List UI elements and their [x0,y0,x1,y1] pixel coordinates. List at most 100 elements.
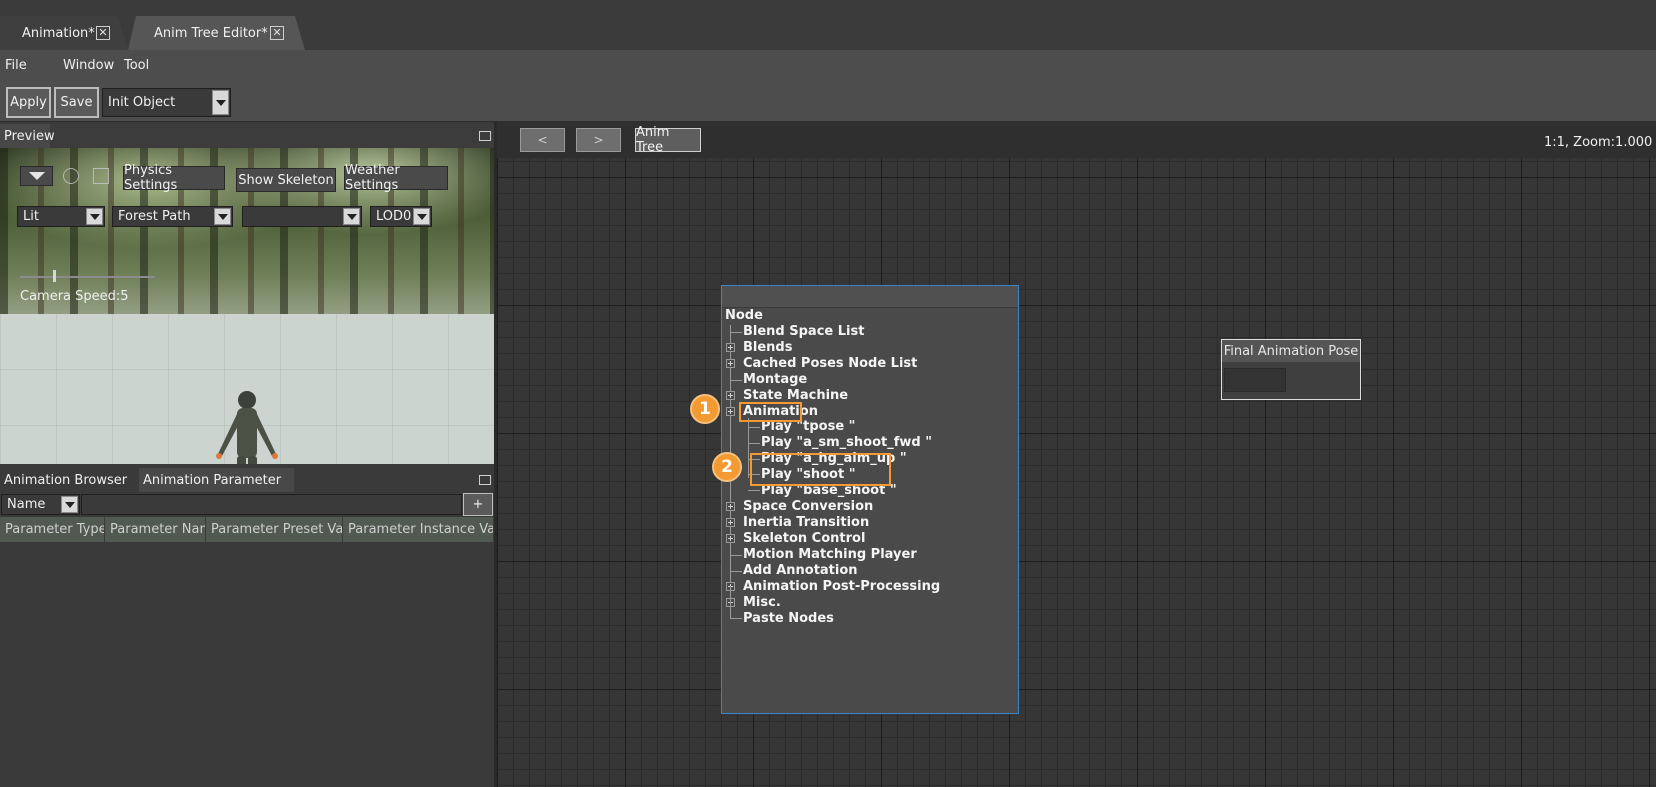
parameter-filter-value: Name [7,497,46,512]
step-badge-2: 2 [712,452,742,482]
preview-panel-header: Preview [0,124,494,148]
environment-select-value: Forest Path [118,209,191,224]
parameter-search-input[interactable] [81,494,462,515]
chevron-down-icon [343,208,360,225]
lod-select-value: LOD0 [376,209,412,224]
pin-icon[interactable] [479,475,491,485]
tab-animation-browser-label: Animation Browser [4,472,128,488]
tree-connector [730,618,742,619]
zoom-readout: 1:1, Zoom:1.000 [1544,135,1653,150]
preset-select[interactable] [242,206,362,227]
tree-connector [748,443,760,444]
tab-animation-parameter[interactable]: Animation Parameter [139,468,294,492]
tree-connector [730,332,742,333]
shading-select[interactable]: Lit [17,206,105,227]
step-badge-1: 1 [690,394,720,424]
menu-tool[interactable]: Tool [124,58,149,73]
expand-icon[interactable] [726,359,735,368]
chevron-down-icon [214,208,231,225]
menu-item-misc[interactable]: Misc. [743,595,781,610]
menu-item-skeleton-control[interactable]: Skeleton Control [743,531,865,546]
context-menu-search[interactable] [722,286,1018,308]
menu-item-blends[interactable]: Blends [743,340,792,355]
anim-graph-canvas[interactable] [497,158,1656,787]
node-input-pin[interactable] [1224,368,1286,392]
menu-bar: File Window Tool [0,50,1656,80]
lod-select[interactable]: LOD0 [370,206,432,227]
menu-item-play-a-sm-shoot-fwd[interactable]: Play "a_sm_shoot_fwd " [761,435,932,450]
tab-anim-tree-editor[interactable]: Anim Tree Editor* ✕ [128,16,305,50]
expand-icon[interactable] [726,534,735,543]
tree-root-node: Node [725,308,763,323]
character-model [216,391,278,464]
tree-connector [730,555,742,556]
breadcrumb-anim-tree[interactable]: Anim Tree [635,125,701,155]
expand-icon[interactable] [726,343,735,352]
column-parameter-instance-value[interactable]: Parameter Instance Value [343,517,494,542]
expand-icon[interactable] [726,391,735,400]
tree-connector [730,380,742,381]
close-icon[interactable]: ✕ [96,26,110,40]
show-skeleton-button[interactable]: Show Skeleton [236,168,336,192]
camera-speed-slider-handle[interactable] [53,270,56,282]
chevron-down-icon [212,90,229,115]
column-parameter-preset-value[interactable]: Parameter Preset Value [206,517,343,542]
tab-animation[interactable]: Animation* ✕ [0,16,128,50]
grid-icon[interactable] [93,168,109,184]
menu-item-state-machine[interactable]: State Machine [743,388,848,403]
back-button[interactable]: < [520,128,565,152]
object-select[interactable]: Init Object [102,88,231,117]
chevron-down-icon [28,172,45,180]
final-animation-pose-node[interactable]: Final Animation Pose [1221,339,1361,400]
pin-icon[interactable] [479,131,491,141]
highlight-box-play-items [750,453,891,486]
menu-item-motion-matching-player[interactable]: Motion Matching Player [743,547,917,562]
menu-item-paste-nodes[interactable]: Paste Nodes [743,611,834,626]
environment-select[interactable]: Forest Path [112,206,233,227]
shading-select-value: Lit [23,209,39,224]
tree-connector [748,490,760,491]
preview-viewport[interactable]: Physics Settings Show Skeleton Weather S… [0,148,494,464]
chevron-down-icon [86,208,103,225]
menu-file[interactable]: File [5,58,27,73]
tree-connector [748,427,760,428]
weather-settings-button[interactable]: Weather Settings [344,163,448,193]
parameter-filter-select[interactable]: Name [1,494,80,515]
tree-connector [730,586,731,618]
refresh-icon[interactable] [63,168,79,184]
add-node-context-menu: Node Blend Space List Blends Cached Pose… [721,285,1019,714]
tree-connector [730,571,742,572]
menu-item-blend-space-list[interactable]: Blend Space List [743,324,864,339]
preview-tab[interactable]: Preview [0,124,55,148]
document-tab-bar: Animation* ✕ Anim Tree Editor* ✕ [0,0,1656,50]
expand-icon[interactable] [726,518,735,527]
camera-speed-slider[interactable] [20,276,155,278]
close-icon[interactable]: ✕ [270,26,284,40]
column-parameter-type[interactable]: Parameter Type [0,517,105,542]
column-parameter-name[interactable]: Parameter Name [105,517,206,542]
menu-item-space-conversion[interactable]: Space Conversion [743,499,873,514]
chevron-down-icon [413,208,430,225]
tab-anim-tree-editor-label: Anim Tree Editor* [154,25,268,41]
object-select-value: Init Object [108,95,176,110]
camera-speed-label: Camera Speed:5 [20,289,129,304]
menu-item-animation-post-processing[interactable]: Animation Post-Processing [743,579,940,594]
expand-icon[interactable] [726,502,735,511]
save-button[interactable]: Save [54,87,99,118]
menu-item-add-annotation[interactable]: Add Annotation [743,563,858,578]
node-title: Final Animation Pose [1222,340,1360,362]
physics-settings-button[interactable]: Physics Settings [123,163,225,193]
menu-item-inertia-transition[interactable]: Inertia Transition [743,515,869,530]
animation-panel-header: Animation Browser Animation Parameter [0,468,494,492]
forward-button[interactable]: > [576,128,621,152]
add-parameter-button[interactable]: + [463,493,493,516]
tab-animation-label: Animation* [22,25,95,41]
tab-animation-browser[interactable]: Animation Browser [0,468,139,492]
viewport-menu-button[interactable] [20,166,53,186]
apply-button[interactable]: Apply [6,87,51,118]
collapse-icon[interactable] [726,407,735,416]
highlight-box-animation [739,402,802,422]
menu-window[interactable]: Window [63,58,114,73]
menu-item-cached-poses[interactable]: Cached Poses Node List [743,356,917,371]
menu-item-montage[interactable]: Montage [743,372,807,387]
